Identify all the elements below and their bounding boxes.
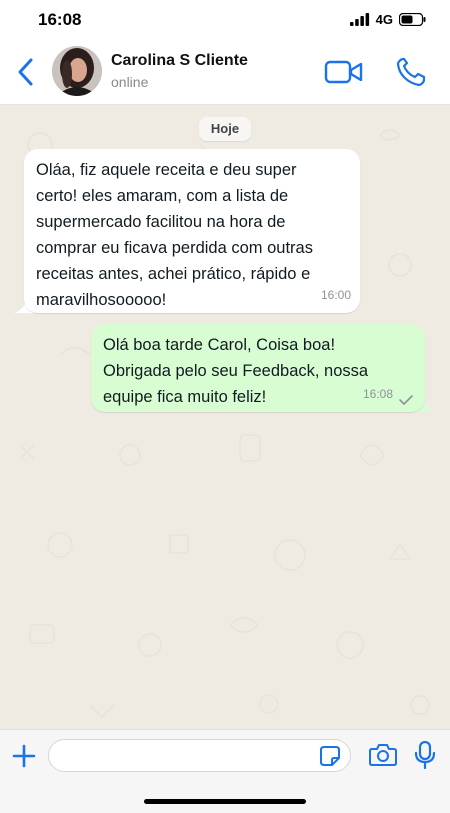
status-bar: 16:08 4G bbox=[0, 0, 450, 40]
message-time: 16:08 bbox=[362, 387, 393, 401]
video-call-button[interactable] bbox=[324, 58, 364, 86]
plus-icon bbox=[12, 744, 36, 768]
message-composer bbox=[0, 729, 450, 813]
message-input[interactable] bbox=[48, 739, 351, 772]
attach-button[interactable] bbox=[12, 744, 36, 768]
message-time: 16:00 bbox=[320, 288, 351, 302]
chat-header: Carolina S Cliente online bbox=[0, 40, 450, 105]
phone-icon bbox=[396, 57, 426, 87]
camera-button[interactable] bbox=[369, 743, 397, 767]
incoming-message[interactable]: Oláa, fiz aquele receita e deu super cer… bbox=[24, 149, 360, 313]
sticker-button[interactable] bbox=[319, 745, 341, 767]
battery-icon bbox=[399, 13, 426, 26]
outgoing-message[interactable]: Olá boa tarde Carol, Coisa boa! Obrigada… bbox=[91, 324, 425, 412]
microphone-button[interactable] bbox=[414, 740, 436, 770]
avatar[interactable] bbox=[52, 46, 102, 96]
sticker-icon bbox=[320, 746, 340, 766]
home-indicator bbox=[144, 799, 306, 804]
day-separator: Hoje bbox=[199, 117, 251, 141]
contact-name[interactable]: Carolina S Cliente bbox=[111, 52, 248, 70]
contact-status: online bbox=[111, 74, 149, 90]
chat-area[interactable]: Hoje Oláa, fiz aquele receita e deu supe… bbox=[0, 105, 450, 729]
microphone-icon bbox=[414, 740, 436, 770]
sent-check-icon bbox=[399, 395, 413, 405]
network-type: 4G bbox=[375, 12, 393, 27]
video-call-icon bbox=[324, 60, 363, 84]
avatar-photo bbox=[52, 46, 102, 96]
chevron-left-icon bbox=[18, 58, 33, 86]
status-time: 16:08 bbox=[38, 10, 82, 29]
message-text: Oláa, fiz aquele receita e deu super cer… bbox=[36, 161, 313, 309]
signal-icon bbox=[349, 13, 369, 26]
back-button[interactable] bbox=[14, 56, 38, 88]
status-indicators: 4G bbox=[349, 12, 426, 27]
camera-icon bbox=[369, 744, 397, 766]
voice-call-button[interactable] bbox=[394, 56, 428, 88]
